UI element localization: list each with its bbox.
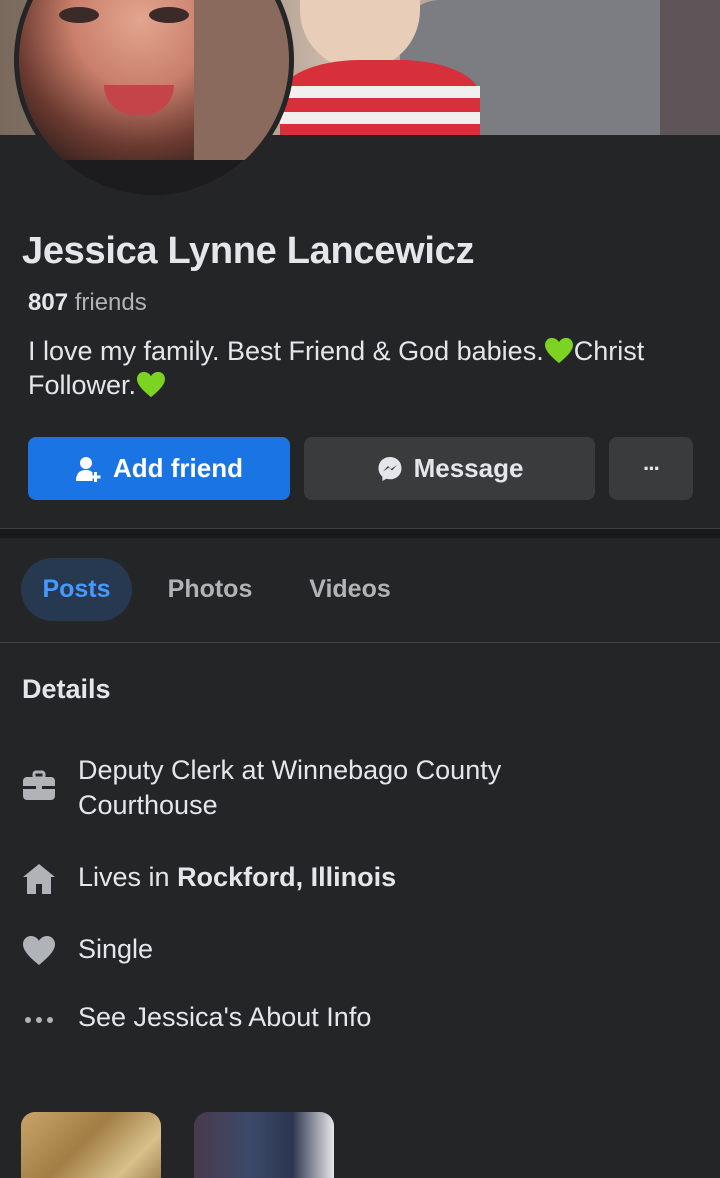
message-button[interactable]: Message <box>304 437 595 500</box>
tab-videos[interactable]: Videos <box>290 558 410 621</box>
green-heart-emoji-icon <box>137 371 166 398</box>
work-line-1: Deputy Clerk at Winnebago County <box>78 755 502 785</box>
friends-number: 807 <box>28 289 69 316</box>
photo-thumbnail[interactable] <box>194 1112 334 1178</box>
tabs-underline <box>0 642 720 643</box>
friends-count[interactable]: 807 friends <box>28 289 147 317</box>
tab-photos[interactable]: Photos <box>150 558 270 621</box>
add-friend-label: Add friend <box>113 453 243 483</box>
bio-text-1: I love my family. Best Friend & God babi… <box>28 336 544 366</box>
section-divider <box>0 528 720 538</box>
more-options-button[interactable]: ··· <box>609 437 693 500</box>
relationship-text: Single <box>78 934 154 964</box>
lives-text: Lives in Rockford, Illinois <box>78 860 678 895</box>
profile-avatar[interactable] <box>14 0 294 200</box>
about-link-text: See Jessica's About Info <box>78 1002 372 1032</box>
profile-name: Jessica Lynne Lancewicz <box>22 230 475 272</box>
home-icon <box>22 862 56 896</box>
briefcase-icon <box>22 769 56 803</box>
message-label: Message <box>413 453 524 483</box>
details-title: Details <box>22 674 111 704</box>
add-person-icon <box>75 455 103 483</box>
lives-prefix: Lives in <box>78 862 178 892</box>
friends-label: friends <box>74 289 147 316</box>
messenger-icon <box>376 455 404 483</box>
ellipsis-icon: ··· <box>643 455 661 481</box>
tab-posts[interactable]: Posts <box>21 558 132 621</box>
green-heart-emoji-icon <box>544 337 573 364</box>
work-text: Deputy Clerk at Winnebago County Courtho… <box>78 753 678 823</box>
profile-page: Jessica Lynne Lancewicz 807 friends I lo… <box>0 0 720 1178</box>
work-line-2: Courthouse <box>78 790 218 820</box>
lives-place[interactable]: Rockford, Illinois <box>177 862 396 892</box>
profile-bio: I love my family. Best Friend & God babi… <box>28 334 698 402</box>
heart-icon <box>22 934 56 968</box>
add-friend-button[interactable]: Add friend <box>28 437 290 500</box>
ellipsis-icon <box>22 1002 56 1036</box>
photo-thumbnail[interactable] <box>21 1112 161 1178</box>
